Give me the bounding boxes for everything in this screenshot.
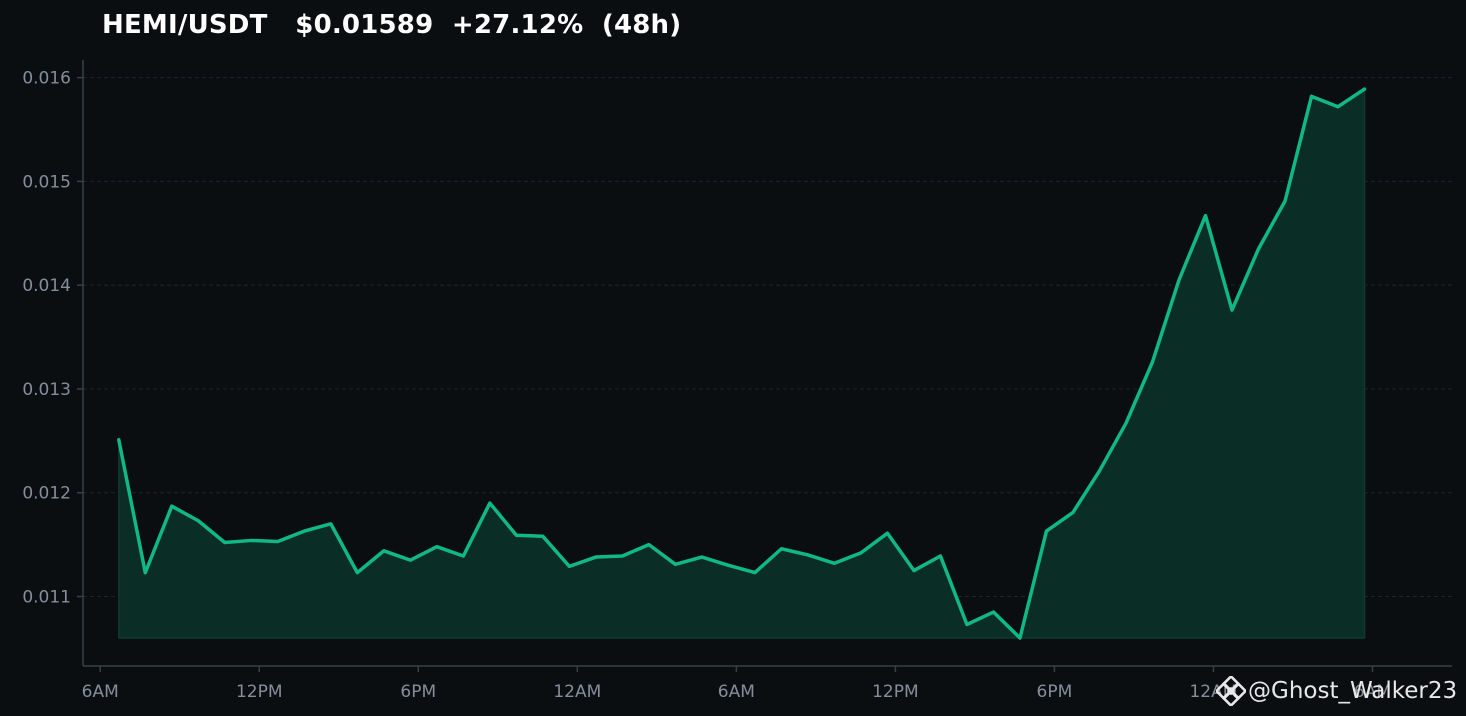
x-tick-label: 6AM [82,682,119,702]
y-tick-label: 0.016 [22,69,71,89]
watermark-text: @Ghost_Walker23 [1248,678,1458,704]
x-tick-label: 6PM [1037,682,1073,702]
y-tick-label: 0.014 [22,276,71,296]
y-tick-label: 0.015 [22,172,71,192]
x-tick-label: 12PM [872,682,919,702]
binance-logo-icon [1216,676,1246,706]
y-tick-label: 0.012 [22,484,71,504]
y-tick-label: 0.013 [22,380,71,400]
price-chart: 0.011 0.012 0.013 0.014 0.015 0.016 6AM 12PM 6PM… [22,60,1452,702]
x-tick-label: 6AM [718,682,755,702]
x-tick-label: 6PM [400,682,436,702]
x-tick-label: 12PM [236,682,283,702]
x-tick-label: 12AM [553,682,601,702]
y-tick-label: 0.011 [22,587,71,607]
price-area-fill [118,87,1366,640]
watermark: @Ghost_Walker23 [1216,676,1457,706]
